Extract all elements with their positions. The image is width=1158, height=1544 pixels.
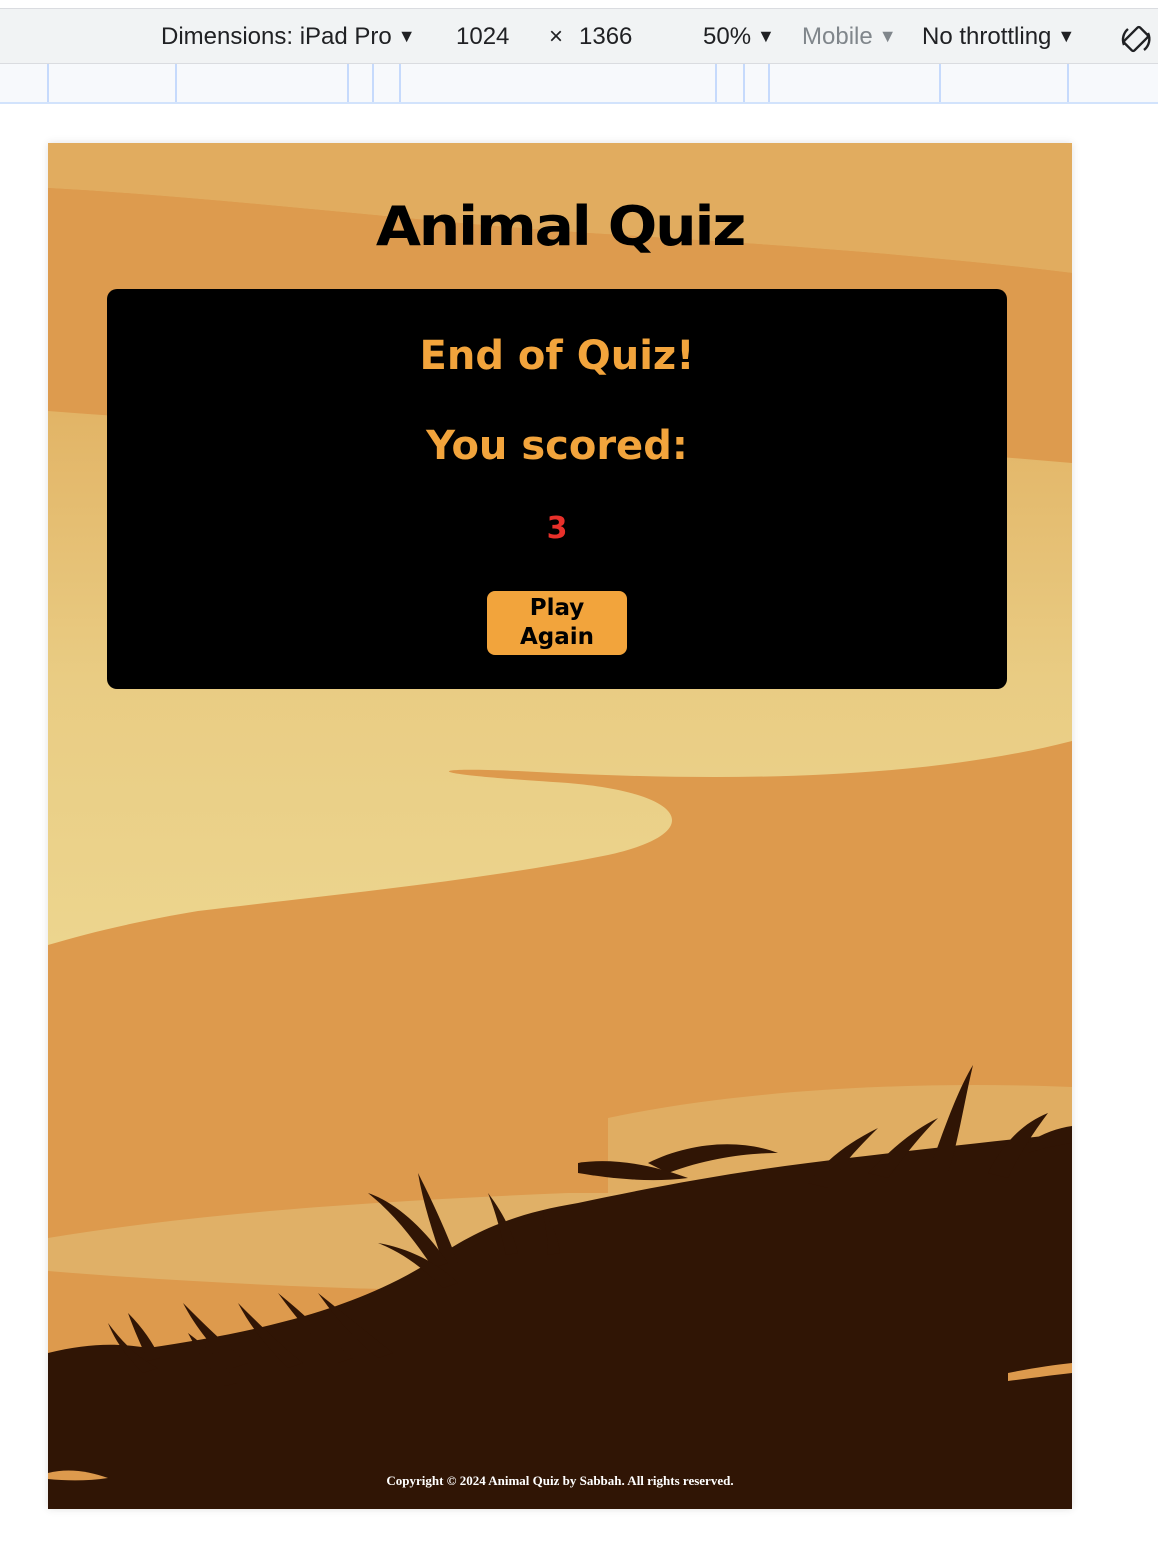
times-icon: × <box>549 23 564 50</box>
device-viewport: Animal Quiz End of Quiz! You scored: 3 P… <box>48 143 1072 1509</box>
media-query-marker[interactable] <box>47 64 49 102</box>
zoom-label: 50% <box>703 23 752 50</box>
throttling-dropdown[interactable]: No throttling ▼ <box>922 23 1075 51</box>
media-query-marker[interactable] <box>347 64 349 102</box>
dimensions-dropdown[interactable]: Dimensions: iPad Pro ▼ <box>161 23 416 51</box>
dropdown-arrow-icon: ▼ <box>397 26 416 46</box>
media-query-marker[interactable] <box>715 64 717 102</box>
quiz-results-card: End of Quiz! You scored: 3 Play Again <box>107 289 1007 689</box>
dropdown-arrow-icon: ▼ <box>1057 26 1076 46</box>
score-value: 3 <box>546 511 568 546</box>
page-title: Animal Quiz <box>375 195 747 258</box>
media-query-marker[interactable] <box>399 64 401 102</box>
media-query-marker[interactable] <box>768 64 770 102</box>
dropdown-arrow-icon: ▼ <box>878 26 897 46</box>
score-label: You scored: <box>426 423 688 469</box>
media-query-marker[interactable] <box>372 64 374 102</box>
device-type-label: Mobile <box>802 23 873 50</box>
width-input[interactable]: 1024 <box>456 23 509 51</box>
device-type-dropdown[interactable]: Mobile ▼ <box>802 23 897 51</box>
footer-copyright: Copyright © 2024 Animal Quiz by Sabbah. … <box>386 1473 734 1488</box>
throttling-label: No throttling <box>922 23 1052 50</box>
media-query-marker[interactable] <box>175 64 177 102</box>
rotate-icon[interactable] <box>1120 23 1154 57</box>
height-input[interactable]: 1366 <box>579 23 632 51</box>
media-query-marker[interactable] <box>1067 64 1069 102</box>
media-query-marker[interactable] <box>939 64 941 102</box>
media-query-marker[interactable] <box>743 64 745 102</box>
dimensions-label: Dimensions: iPad Pro <box>161 23 392 50</box>
devtools-device-toolbar: Dimensions: iPad Pro ▼ 1024 × 1366 50% ▼ M… <box>0 8 1158 64</box>
media-query-bar <box>0 64 1158 104</box>
end-of-quiz-heading: End of Quiz! <box>419 333 695 379</box>
zoom-dropdown[interactable]: 50% ▼ <box>703 23 775 51</box>
play-again-button[interactable]: Play Again <box>487 591 627 655</box>
dropdown-arrow-icon: ▼ <box>757 26 775 46</box>
